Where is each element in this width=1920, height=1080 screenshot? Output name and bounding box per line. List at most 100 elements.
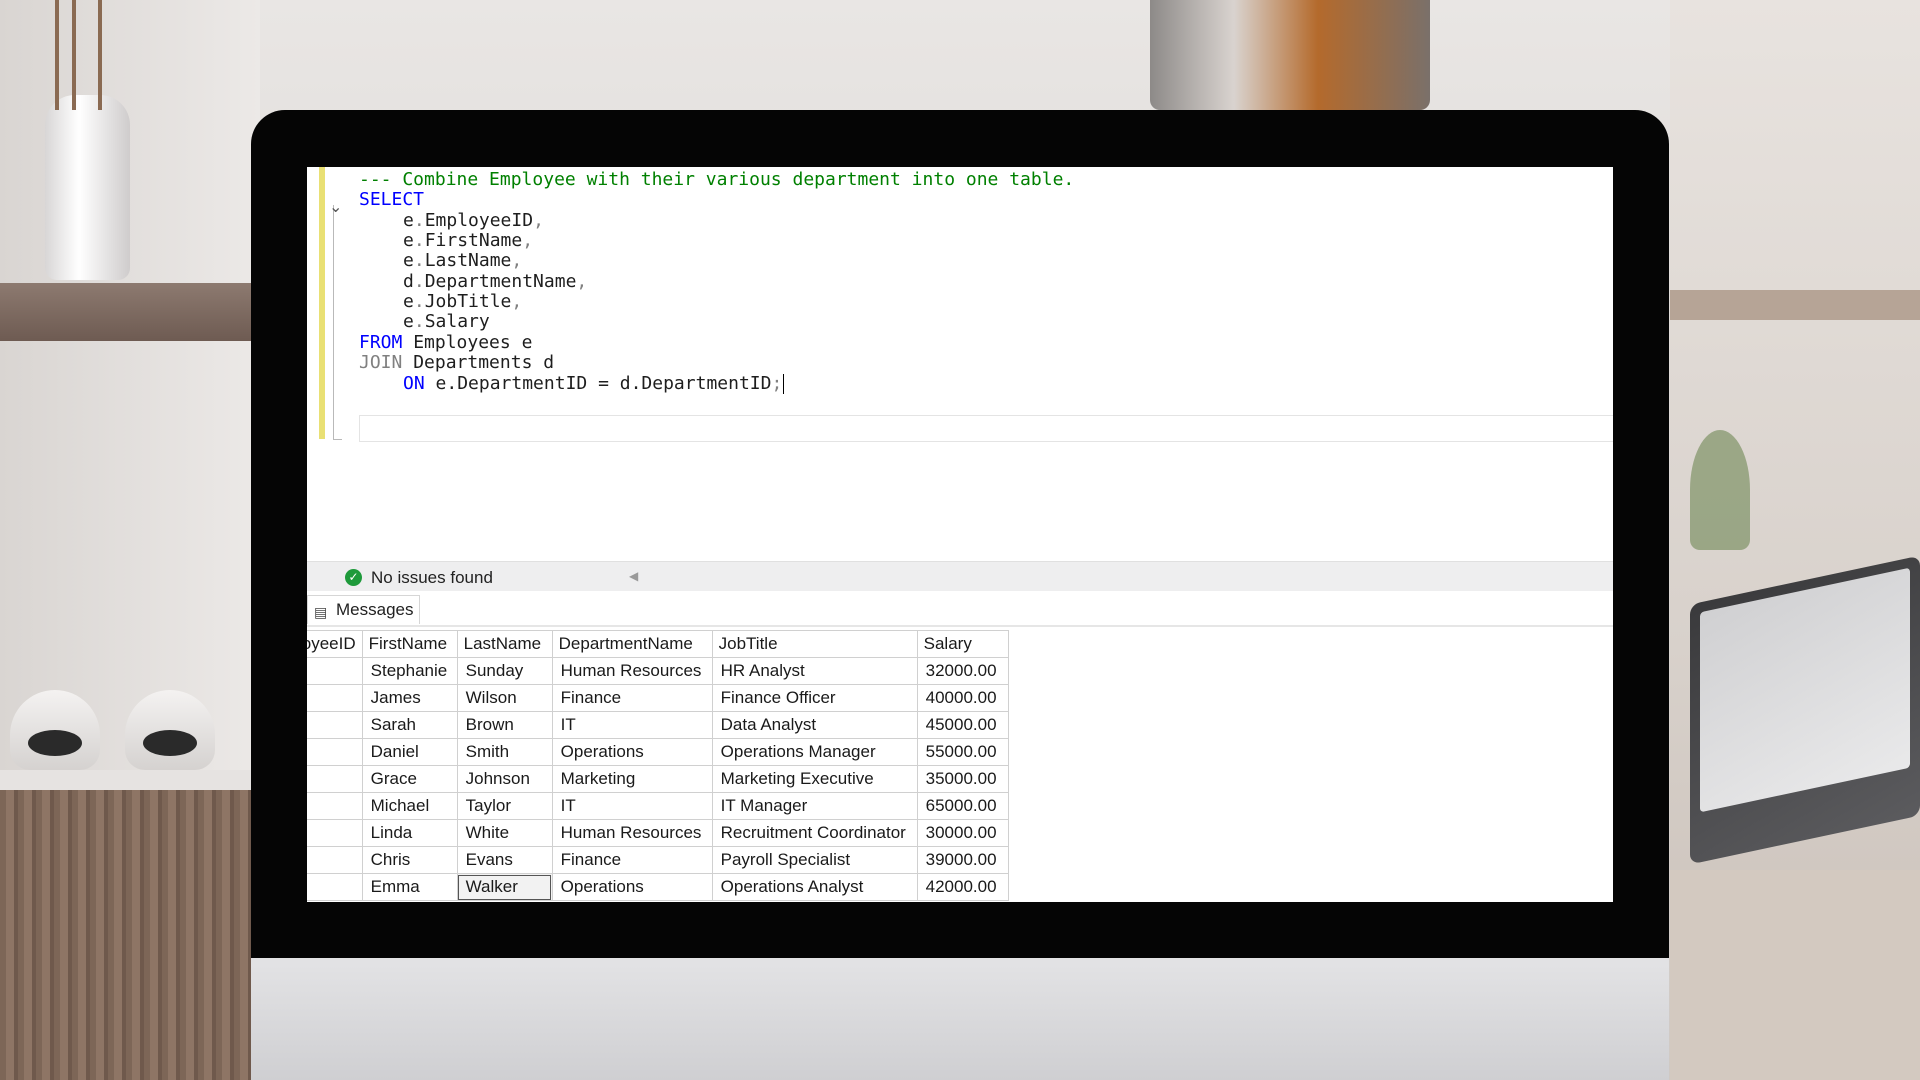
- cell-salary[interactable]: 42000.00: [916, 873, 1009, 901]
- cell-lastname[interactable]: Smith: [456, 738, 553, 766]
- cell-firstname[interactable]: Linda: [361, 819, 458, 847]
- cell-employeeid[interactable]: [307, 792, 363, 820]
- text-caret: [783, 374, 785, 394]
- cell-salary[interactable]: 45000.00: [916, 711, 1009, 739]
- code-line-comment[interactable]: --- Combine Employee with their various …: [359, 167, 1074, 192]
- results-grid[interactable]: loyeeID FirstName LastName DepartmentNam…: [307, 630, 1613, 902]
- cell-salary[interactable]: 55000.00: [916, 738, 1009, 766]
- column-header-firstname[interactable]: FirstName: [361, 630, 458, 658]
- change-marker-bar: [319, 167, 325, 439]
- cell-employeeid[interactable]: [307, 684, 363, 712]
- cell-salary[interactable]: 30000.00: [916, 819, 1009, 847]
- cell-jobtitle[interactable]: IT Manager: [711, 792, 918, 820]
- background-shelf-right: [1670, 290, 1920, 320]
- column-header-lastname[interactable]: LastName: [456, 630, 553, 658]
- column-header-departmentname[interactable]: DepartmentName: [551, 630, 713, 658]
- cell-jobtitle[interactable]: Data Analyst: [711, 711, 918, 739]
- cell-jobtitle[interactable]: Operations Analyst: [711, 873, 918, 901]
- cell-employeeid[interactable]: [307, 765, 363, 793]
- cell-firstname[interactable]: Emma: [361, 873, 458, 901]
- cell-lastname[interactable]: Evans: [456, 846, 553, 874]
- tab-messages[interactable]: ▤ Messages: [307, 595, 421, 624]
- cell-lastname[interactable]: Wilson: [456, 684, 553, 712]
- messages-icon: ▤: [314, 604, 328, 620]
- scroll-left-arrow-icon[interactable]: ◀: [629, 569, 638, 583]
- cell-employeeid[interactable]: [307, 846, 363, 874]
- issues-status: No issues found: [371, 568, 493, 587]
- cell-lastname[interactable]: Sunday: [456, 657, 553, 685]
- code-line-on[interactable]: ON e.DepartmentID = d.DepartmentID;: [403, 371, 785, 396]
- cell-firstname[interactable]: Michael: [361, 792, 458, 820]
- cell-departmentname[interactable]: IT: [551, 792, 713, 820]
- cell-employeeid[interactable]: [307, 738, 363, 766]
- cell-salary[interactable]: 40000.00: [916, 684, 1009, 712]
- reed-stick: [72, 0, 76, 110]
- check-circle-icon: ✓: [345, 569, 362, 586]
- cell-departmentname[interactable]: Operations: [551, 738, 713, 766]
- ssms-screen: ⌄ --- Combine Employee with their variou…: [307, 167, 1613, 902]
- cell-jobtitle[interactable]: Payroll Specialist: [711, 846, 918, 874]
- background-vase: [45, 95, 130, 280]
- cell-employeeid[interactable]: [307, 873, 363, 901]
- current-line-highlight: [359, 415, 1613, 442]
- table-row: James Wilson Finance Finance Officer 400…: [307, 684, 1009, 712]
- cell-lastname[interactable]: White: [456, 819, 553, 847]
- cell-lastname-selected[interactable]: Walker: [456, 873, 553, 901]
- table-row: Emma Walker Operations Operations Analys…: [307, 873, 1009, 901]
- table-row: Stephanie Sunday Human Resources HR Anal…: [307, 657, 1009, 685]
- table-row: Daniel Smith Operations Operations Manag…: [307, 738, 1009, 766]
- reed-stick: [55, 0, 59, 110]
- background-shelf: [0, 283, 255, 341]
- cell-departmentname[interactable]: Human Resources: [551, 657, 713, 685]
- cell-departmentname[interactable]: Human Resources: [551, 819, 713, 847]
- background-desk-right: [1670, 870, 1920, 1080]
- cell-employeeid[interactable]: [307, 657, 363, 685]
- cell-departmentname[interactable]: Finance: [551, 684, 713, 712]
- collapse-chevron-icon[interactable]: ⌄: [329, 197, 342, 217]
- cell-firstname[interactable]: Daniel: [361, 738, 458, 766]
- table-row: Grace Johnson Marketing Marketing Execut…: [307, 765, 1009, 793]
- query-editor[interactable]: ⌄ --- Combine Employee with their variou…: [307, 167, 1613, 557]
- cell-firstname[interactable]: Grace: [361, 765, 458, 793]
- background-earbud: [125, 690, 215, 770]
- column-header-employeeid[interactable]: loyeeID: [307, 630, 363, 658]
- cell-jobtitle[interactable]: Finance Officer: [711, 684, 918, 712]
- cell-jobtitle[interactable]: HR Analyst: [711, 657, 918, 685]
- table-row: Chris Evans Finance Payroll Specialist 3…: [307, 846, 1009, 874]
- cell-salary[interactable]: 32000.00: [916, 657, 1009, 685]
- results-table: loyeeID FirstName LastName DepartmentNam…: [307, 630, 1009, 901]
- column-header-jobtitle[interactable]: JobTitle: [711, 630, 918, 658]
- cell-lastname[interactable]: Johnson: [456, 765, 553, 793]
- table-row: Sarah Brown IT Data Analyst 45000.00: [307, 711, 1009, 739]
- cell-departmentname[interactable]: IT: [551, 711, 713, 739]
- table-row: Linda White Human Resources Recruitment …: [307, 819, 1009, 847]
- cell-jobtitle[interactable]: Marketing Executive: [711, 765, 918, 793]
- grid-header-row: loyeeID FirstName LastName DepartmentNam…: [307, 630, 1009, 658]
- status-strip: ✓ No issues found ◀: [307, 561, 1613, 592]
- cell-jobtitle[interactable]: Operations Manager: [711, 738, 918, 766]
- cell-lastname[interactable]: Brown: [456, 711, 553, 739]
- background-cabinet: [0, 790, 255, 1080]
- cell-salary[interactable]: 65000.00: [916, 792, 1009, 820]
- monitor-chin: [251, 958, 1669, 1080]
- cell-departmentname[interactable]: Operations: [551, 873, 713, 901]
- cell-firstname[interactable]: Stephanie: [361, 657, 458, 685]
- cell-salary[interactable]: 35000.00: [916, 765, 1009, 793]
- reed-stick: [98, 0, 102, 110]
- cell-departmentname[interactable]: Marketing: [551, 765, 713, 793]
- cell-firstname[interactable]: Sarah: [361, 711, 458, 739]
- cell-employeeid[interactable]: [307, 711, 363, 739]
- cell-firstname[interactable]: Chris: [361, 846, 458, 874]
- monitor-frame: ⌄ --- Combine Employee with their variou…: [251, 110, 1669, 1080]
- cell-departmentname[interactable]: Finance: [551, 846, 713, 874]
- cell-lastname[interactable]: Taylor: [456, 792, 553, 820]
- background-lamp: [1150, 0, 1430, 110]
- outline-bracket: [333, 205, 342, 440]
- column-header-salary[interactable]: Salary: [916, 630, 1009, 658]
- background-laptop: [1690, 555, 1920, 865]
- cell-jobtitle[interactable]: Recruitment Coordinator: [711, 819, 918, 847]
- cell-salary[interactable]: 39000.00: [916, 846, 1009, 874]
- cell-employeeid[interactable]: [307, 819, 363, 847]
- background-plant: [1690, 430, 1750, 550]
- cell-firstname[interactable]: James: [361, 684, 458, 712]
